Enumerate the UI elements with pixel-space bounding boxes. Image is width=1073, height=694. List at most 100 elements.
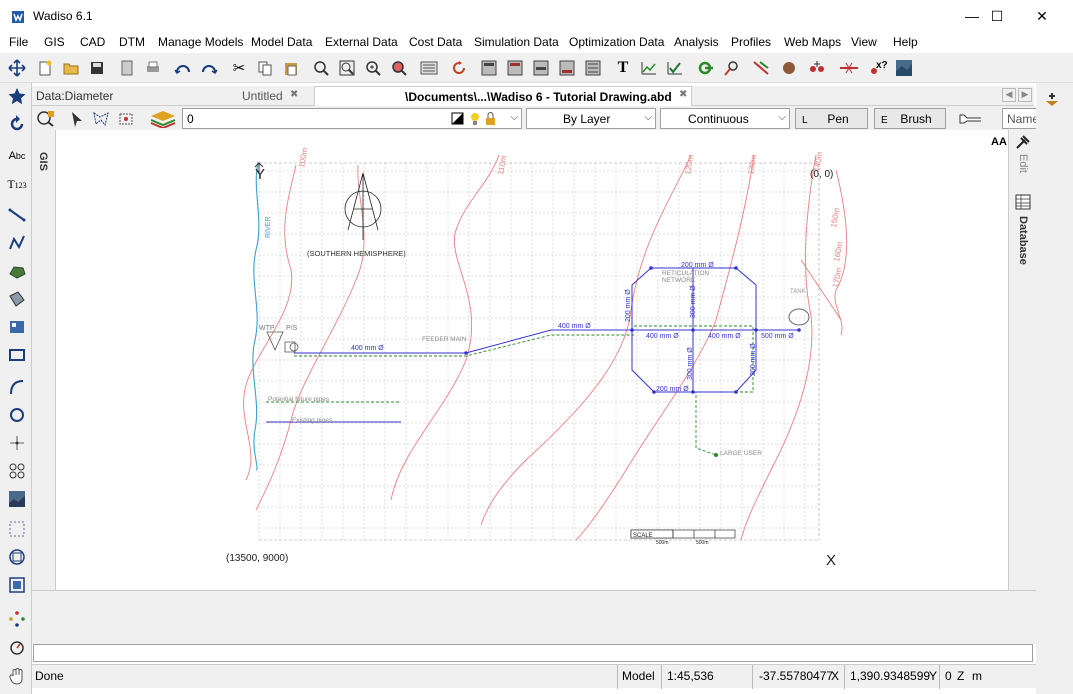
pan-icon[interactable]	[7, 58, 27, 78]
group-icon[interactable]	[6, 574, 28, 596]
menu-cad[interactable]: CAD	[80, 35, 105, 49]
viewport-icon[interactable]	[6, 546, 28, 568]
circle-tool-icon[interactable]	[6, 404, 28, 426]
break-pipe-icon[interactable]	[839, 58, 859, 78]
menu-web-maps[interactable]: Web Maps	[784, 35, 841, 49]
zoom-search-icon[interactable]	[337, 58, 357, 78]
layers-stack-icon[interactable]	[149, 108, 177, 130]
space-mode[interactable]: Model	[622, 669, 655, 683]
font-size-toggle[interactable]: AA	[991, 136, 1007, 148]
select-region-icon[interactable]	[6, 518, 28, 540]
symbols-tool-icon[interactable]	[6, 460, 28, 482]
refresh-icon[interactable]	[449, 58, 469, 78]
layer-dropdown[interactable]: 0 ⌵	[182, 108, 522, 129]
report-icon-1[interactable]	[479, 58, 499, 78]
menu-external-data[interactable]: External Data	[325, 35, 398, 49]
menu-dtm[interactable]: DTM	[119, 35, 145, 49]
pointer-hand-icon[interactable]	[957, 110, 983, 126]
chart-icon[interactable]	[639, 58, 659, 78]
tab-untitled[interactable]: Untitled	[242, 86, 283, 106]
tab-untitled-close-icon[interactable]: ✖	[290, 86, 298, 106]
linetype-dropdown[interactable]: Continuous ⌵	[660, 108, 790, 129]
text-tool-icon[interactable]: Abc	[6, 145, 28, 167]
name-field-label: Name	[1007, 112, 1040, 126]
gis-panel-strip[interactable]: GIS	[32, 130, 56, 590]
save-icon[interactable]	[87, 58, 107, 78]
polygon-tool-icon[interactable]	[6, 260, 28, 282]
database-side-tab[interactable]: Database	[1017, 216, 1029, 265]
probe-icon[interactable]	[721, 58, 741, 78]
polyline-tool-icon[interactable]	[6, 232, 28, 254]
menu-model-data[interactable]: Model Data	[251, 35, 312, 49]
lasso-select-icon[interactable]	[92, 110, 110, 128]
undo-icon[interactable]	[173, 58, 193, 78]
node-icon[interactable]	[779, 58, 799, 78]
close-button[interactable]: ✕	[1019, 0, 1065, 32]
point-tool-icon[interactable]	[6, 432, 28, 454]
tab-scroll-right-icon[interactable]: ▶	[1018, 88, 1032, 102]
menu-manage-models[interactable]: Manage Models	[158, 35, 243, 49]
brush-button[interactable]: E Brush	[874, 108, 946, 129]
add-node-icon[interactable]	[807, 58, 827, 78]
menu-help[interactable]: Help	[893, 35, 918, 49]
redo-icon[interactable]	[199, 58, 219, 78]
menu-analysis[interactable]: Analysis	[674, 35, 719, 49]
pump-icon[interactable]	[695, 58, 715, 78]
zoom-window-icon[interactable]	[311, 58, 331, 78]
zoom-extents-icon[interactable]	[389, 58, 409, 78]
graph-check-icon[interactable]	[665, 58, 685, 78]
layers-panel-icon[interactable]	[419, 58, 439, 78]
valve-icon[interactable]	[751, 58, 771, 78]
menu-view[interactable]: View	[851, 35, 877, 49]
rotate-icon[interactable]	[6, 113, 28, 135]
tab-drawing-close-icon[interactable]: ✖	[679, 86, 687, 106]
dock-pin-icon[interactable]	[1044, 91, 1060, 107]
menu-gis[interactable]: GIS	[44, 35, 65, 49]
menu-file[interactable]: File	[9, 35, 28, 49]
arc-tool-icon[interactable]	[6, 376, 28, 398]
window-select-icon[interactable]	[118, 110, 136, 128]
menu-profiles[interactable]: Profiles	[731, 35, 771, 49]
database-table-icon[interactable]	[1015, 194, 1031, 210]
zoom-in-icon[interactable]	[363, 58, 383, 78]
pen-button[interactable]: L Pen	[795, 108, 868, 129]
menu-simulation-data[interactable]: Simulation Data	[474, 35, 559, 49]
copy-icon[interactable]	[255, 58, 275, 78]
select-arrow-icon[interactable]	[68, 110, 86, 128]
report-icon-4[interactable]	[557, 58, 577, 78]
tab-scroll-left-icon[interactable]: ◀	[1002, 88, 1016, 102]
layer-manager-icon[interactable]	[36, 109, 56, 127]
attribute-text-icon[interactable]: T123	[6, 173, 28, 195]
report-icon-5[interactable]	[583, 58, 603, 78]
menu-optimization-data[interactable]: Optimization Data	[569, 35, 664, 49]
aerial-map-icon[interactable]	[894, 58, 914, 78]
cut-icon[interactable]: ✂	[229, 58, 249, 78]
measure-icon[interactable]	[6, 636, 28, 658]
dots-ring-icon[interactable]	[6, 608, 28, 630]
report-icon-3[interactable]	[531, 58, 551, 78]
report-icon-2[interactable]	[505, 58, 525, 78]
block-tool-icon[interactable]	[6, 316, 28, 338]
paste-icon[interactable]	[281, 58, 301, 78]
rectangle-tool-icon[interactable]	[6, 344, 28, 366]
tools-icon[interactable]	[1015, 134, 1031, 150]
star-select-icon[interactable]	[6, 85, 28, 107]
menu-cost-data[interactable]: Cost Data	[409, 35, 462, 49]
command-line-input[interactable]	[33, 644, 1033, 662]
remove-node-icon[interactable]: x?	[867, 58, 887, 78]
hatch-tool-icon[interactable]	[6, 288, 28, 310]
tab-drawing[interactable]: \Documents\...\Wadiso 6 - Tutorial Drawi…	[314, 86, 692, 106]
color-dropdown[interactable]: By Layer ⌵	[526, 108, 656, 129]
print-icon[interactable]	[143, 58, 163, 78]
document-icon[interactable]	[117, 58, 137, 78]
edit-side-tab[interactable]: Edit	[1017, 154, 1029, 173]
maximize-button[interactable]: ☐	[974, 0, 1020, 32]
drawing-canvas[interactable]: 100m 110m 120m 130m 140m 150m 160m 170m …	[56, 130, 1008, 590]
image-tool-icon[interactable]	[6, 488, 28, 510]
gis-side-tab[interactable]: GIS	[37, 152, 49, 171]
text-style-icon[interactable]: T	[613, 58, 633, 78]
new-file-icon[interactable]	[35, 58, 55, 78]
open-folder-icon[interactable]	[61, 58, 81, 78]
hand-icon[interactable]	[6, 665, 28, 687]
line-tool-icon[interactable]	[6, 204, 28, 226]
